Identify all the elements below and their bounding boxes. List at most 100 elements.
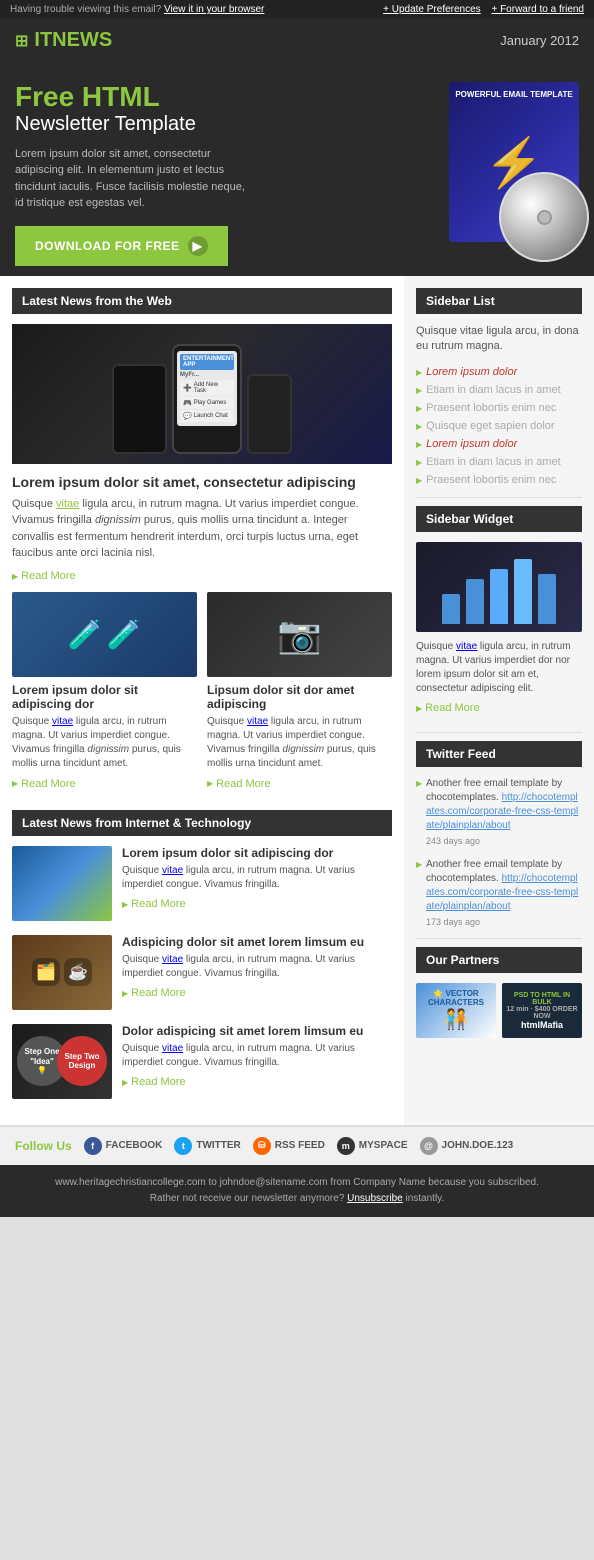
tech-article2-image: 🗂️ ☕ — [12, 935, 112, 1010]
phone-old — [112, 364, 167, 454]
article2-read-more[interactable]: Read More — [12, 778, 76, 790]
tech3-link[interactable]: vitae — [162, 1043, 183, 1054]
hero-title-small: Newsletter Template — [15, 113, 399, 136]
list-item: Etiam in diam lacus in amet — [416, 453, 582, 471]
twitter-icon: t — [174, 1137, 192, 1155]
footer: www.heritagechristiancollege.com to john… — [0, 1165, 594, 1217]
logo: ⊞ ITNEWS — [15, 29, 112, 52]
tech1-read-more[interactable]: Read More — [122, 898, 186, 910]
news-main-image: ENTERTAINMENT APP MyFr... ➕ Add New Task… — [12, 324, 392, 464]
rss-icon: ⛁ — [253, 1137, 271, 1155]
article1-link[interactable]: vitae — [56, 498, 79, 510]
list-item: Lorem ipsum dolor — [416, 435, 582, 453]
list-item: Praesent lobortis enim nec — [416, 471, 582, 489]
article3-image: 📷 — [207, 592, 392, 677]
hero-section: Free HTML Newsletter Template Lorem ipsu… — [0, 62, 594, 276]
hero-text: Free HTML Newsletter Template Lorem ipsu… — [15, 82, 399, 266]
partner-1: ⭐ VECTOR CHARACTERS 🧑‍🤝‍🧑 — [416, 983, 496, 1038]
tech-article1-image — [12, 846, 112, 921]
list-item: Lorem ipsum dolor — [416, 363, 582, 381]
article3-link[interactable]: vitae — [247, 716, 268, 727]
email-link[interactable]: @ JOHN.DOE.123 — [420, 1137, 514, 1155]
latest-news-header: Latest News from the Web — [12, 288, 392, 314]
header: ⊞ ITNEWS January 2012 — [0, 19, 594, 62]
tech3-read-more[interactable]: Read More — [122, 1076, 186, 1088]
partners-row: ⭐ VECTOR CHARACTERS 🧑‍🤝‍🧑 PSD TO HTML IN… — [416, 983, 582, 1038]
view-browser-link[interactable]: View it in your browser — [164, 4, 264, 15]
myspace-link[interactable]: m MYSPACE — [337, 1137, 408, 1155]
tech-article3-content: Dolor adispicing sit amet lorem limsum e… — [122, 1024, 392, 1099]
tweet-1: Another free email template by chocotemp… — [416, 777, 582, 848]
article2-link[interactable]: vitae — [52, 716, 73, 727]
article2-image: 🧪 🧪 — [12, 592, 197, 677]
tweet-1-days: 243 days ago — [426, 835, 582, 848]
tweet-2-days: 173 days ago — [426, 916, 582, 929]
two-col-articles: 🧪 🧪 Lorem ipsum dolor sit adipiscing dor… — [12, 592, 392, 800]
cd-disc — [499, 172, 589, 262]
sidebar-list-items: Lorem ipsum dolor Etiam in diam lacus in… — [416, 363, 582, 489]
article1-read-more[interactable]: Read More — [12, 570, 76, 582]
content-row: Latest News from the Web ENTERTAINMENT A… — [0, 276, 594, 1125]
download-button[interactable]: DOWNLOAD FOR FREE ▶ — [15, 226, 228, 266]
twitter-link[interactable]: t TWITTER — [174, 1137, 240, 1155]
twitter-divider — [416, 732, 582, 733]
tech2-read-more[interactable]: Read More — [122, 987, 186, 999]
article2-body: Quisque vitae ligula arcu, in rutrum mag… — [12, 715, 197, 771]
tech-article1: Lorem ipsum dolor sit adipiscing dor Qui… — [12, 846, 392, 921]
article3-body: Quisque vitae ligula arcu, in rutrum mag… — [207, 715, 392, 771]
article1-title: Lorem ipsum dolor sit amet, consectetur … — [12, 474, 392, 490]
footer-line3: instantly. — [405, 1193, 444, 1204]
main-content: Latest News from the Web ENTERTAINMENT A… — [0, 276, 594, 1125]
chart-bar-4 — [514, 559, 532, 624]
phone-slim — [247, 374, 292, 454]
logo-icon: ⊞ — [15, 31, 28, 51]
chart-bar-1 — [442, 594, 460, 624]
sidebar-list: Quisque vitae ligula arcu, in dona eu ru… — [416, 324, 582, 489]
sidebar-list-desc: Quisque vitae ligula arcu, in dona eu ru… — [416, 324, 582, 355]
partners-header: Our Partners — [416, 947, 582, 973]
partners-divider — [416, 938, 582, 939]
list-item: Praesent lobortis enim nec — [416, 399, 582, 417]
chart-bar-5 — [538, 574, 556, 624]
unsubscribe-link[interactable]: Unsubscribe — [347, 1193, 403, 1204]
article2-col: 🧪 🧪 Lorem ipsum dolor sit adipiscing dor… — [12, 592, 197, 800]
article3-read-more[interactable]: Read More — [207, 778, 271, 790]
article3-col: 📷 Lipsum dolor sit dor amet adipiscing Q… — [207, 592, 392, 800]
list-item: Etiam in diam lacus in amet — [416, 381, 582, 399]
facebook-link[interactable]: f FACEBOOK — [84, 1137, 163, 1155]
myspace-icon: m — [337, 1137, 355, 1155]
article2-title: Lorem ipsum dolor sit adipiscing dor — [12, 683, 197, 711]
list-item: Quisque eget sapien dolor — [416, 417, 582, 435]
widget-link[interactable]: vitae — [456, 641, 477, 652]
footer-line1: to johndoe@sitename.com from Company Nam… — [209, 1177, 539, 1188]
tweet-2: Another free email template by chocotemp… — [416, 858, 582, 929]
tech-news-header: Latest News from Internet & Technology — [12, 810, 392, 836]
tech-article2-content: Adispicing dolor sit amet lorem limsum e… — [122, 935, 392, 1010]
article3-title: Lipsum dolor sit dor amet adipiscing — [207, 683, 392, 711]
top-bar: Having trouble viewing this email? View … — [0, 0, 594, 19]
sidebar-list-header: Sidebar List — [416, 288, 582, 314]
facebook-icon: f — [84, 1137, 102, 1155]
chart-bar-2 — [466, 579, 484, 624]
widget-read-more[interactable]: Read More — [416, 702, 480, 714]
hero-title-big: Free HTML — [15, 82, 399, 113]
tech-article2: 🗂️ ☕ Adispicing dolor sit amet lorem lim… — [12, 935, 392, 1010]
tech-article1-content: Lorem ipsum dolor sit adipiscing dor Qui… — [122, 846, 392, 921]
chart-bar-3 — [490, 569, 508, 624]
sidebar-widget-header: Sidebar Widget — [416, 506, 582, 532]
partner-2: PSD TO HTML IN BULK 12 min · $400 ORDER … — [502, 983, 582, 1038]
tech-article2-title: Adispicing dolor sit amet lorem limsum e… — [122, 935, 392, 949]
main-column: Latest News from the Web ENTERTAINMENT A… — [0, 276, 404, 1125]
tech2-link[interactable]: vitae — [162, 954, 183, 965]
forward-link[interactable]: + Forward to a friend — [491, 4, 584, 15]
email-icon: @ — [420, 1137, 438, 1155]
top-bar-left: Having trouble viewing this email? View … — [10, 4, 264, 15]
article1-body: Quisque vitae ligula arcu, in rutrum mag… — [12, 496, 392, 562]
hero-description: Lorem ipsum dolor sit amet, consectetur … — [15, 146, 245, 212]
tech-article3-image: Step One"Idea"💡 Step TwoDesign — [12, 1024, 112, 1099]
update-prefs-link[interactable]: + Update Preferences — [383, 4, 481, 15]
twitter-feed-header: Twitter Feed — [416, 741, 582, 767]
tech1-link[interactable]: vitae — [162, 865, 183, 876]
tech-article1-title: Lorem ipsum dolor sit adipiscing dor — [122, 846, 392, 860]
rss-link[interactable]: ⛁ RSS FEED — [253, 1137, 325, 1155]
